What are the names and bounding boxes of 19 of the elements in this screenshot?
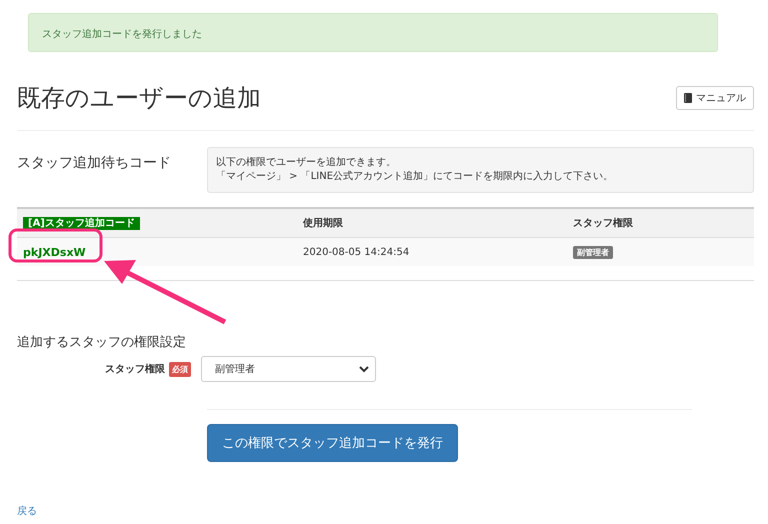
role-badge: 副管理者 bbox=[573, 246, 613, 258]
manual-button[interactable]: マニュアル bbox=[676, 86, 754, 110]
back-link[interactable]: 戻る bbox=[17, 504, 37, 518]
column-header: スタッフ権限 bbox=[573, 218, 633, 229]
page-title: 既存のユーザーの追加 bbox=[17, 83, 261, 114]
column-header: 使用期限 bbox=[303, 218, 343, 229]
table-cell: 2020-08-05 14:24:54 bbox=[303, 246, 410, 258]
book-icon bbox=[684, 93, 692, 103]
column-header: [A]スタッフ追加コード bbox=[23, 217, 140, 230]
success-alert: スタッフ追加コードを発行しました bbox=[28, 13, 718, 52]
info-panel: 以下の権限でユーザーを追加できます。 「マイページ」 > 「LINE公式アカウント追加」にてコードを期限内に入力して下さい。 bbox=[207, 147, 754, 193]
chevron-down-icon bbox=[359, 366, 369, 372]
field-label: スタッフ権限 bbox=[105, 362, 165, 376]
role-select[interactable]: 副管理者 bbox=[201, 356, 376, 382]
section-heading: 追加するスタッフの権限設定 bbox=[17, 334, 187, 351]
code-cell: pkJXDsxW bbox=[23, 246, 86, 258]
section-label: スタッフ追加待ちコード bbox=[17, 154, 172, 172]
required-badge: 必須 bbox=[169, 362, 191, 376]
issue-code-button[interactable]: この権限でスタッフ追加コードを発行 bbox=[207, 424, 458, 462]
